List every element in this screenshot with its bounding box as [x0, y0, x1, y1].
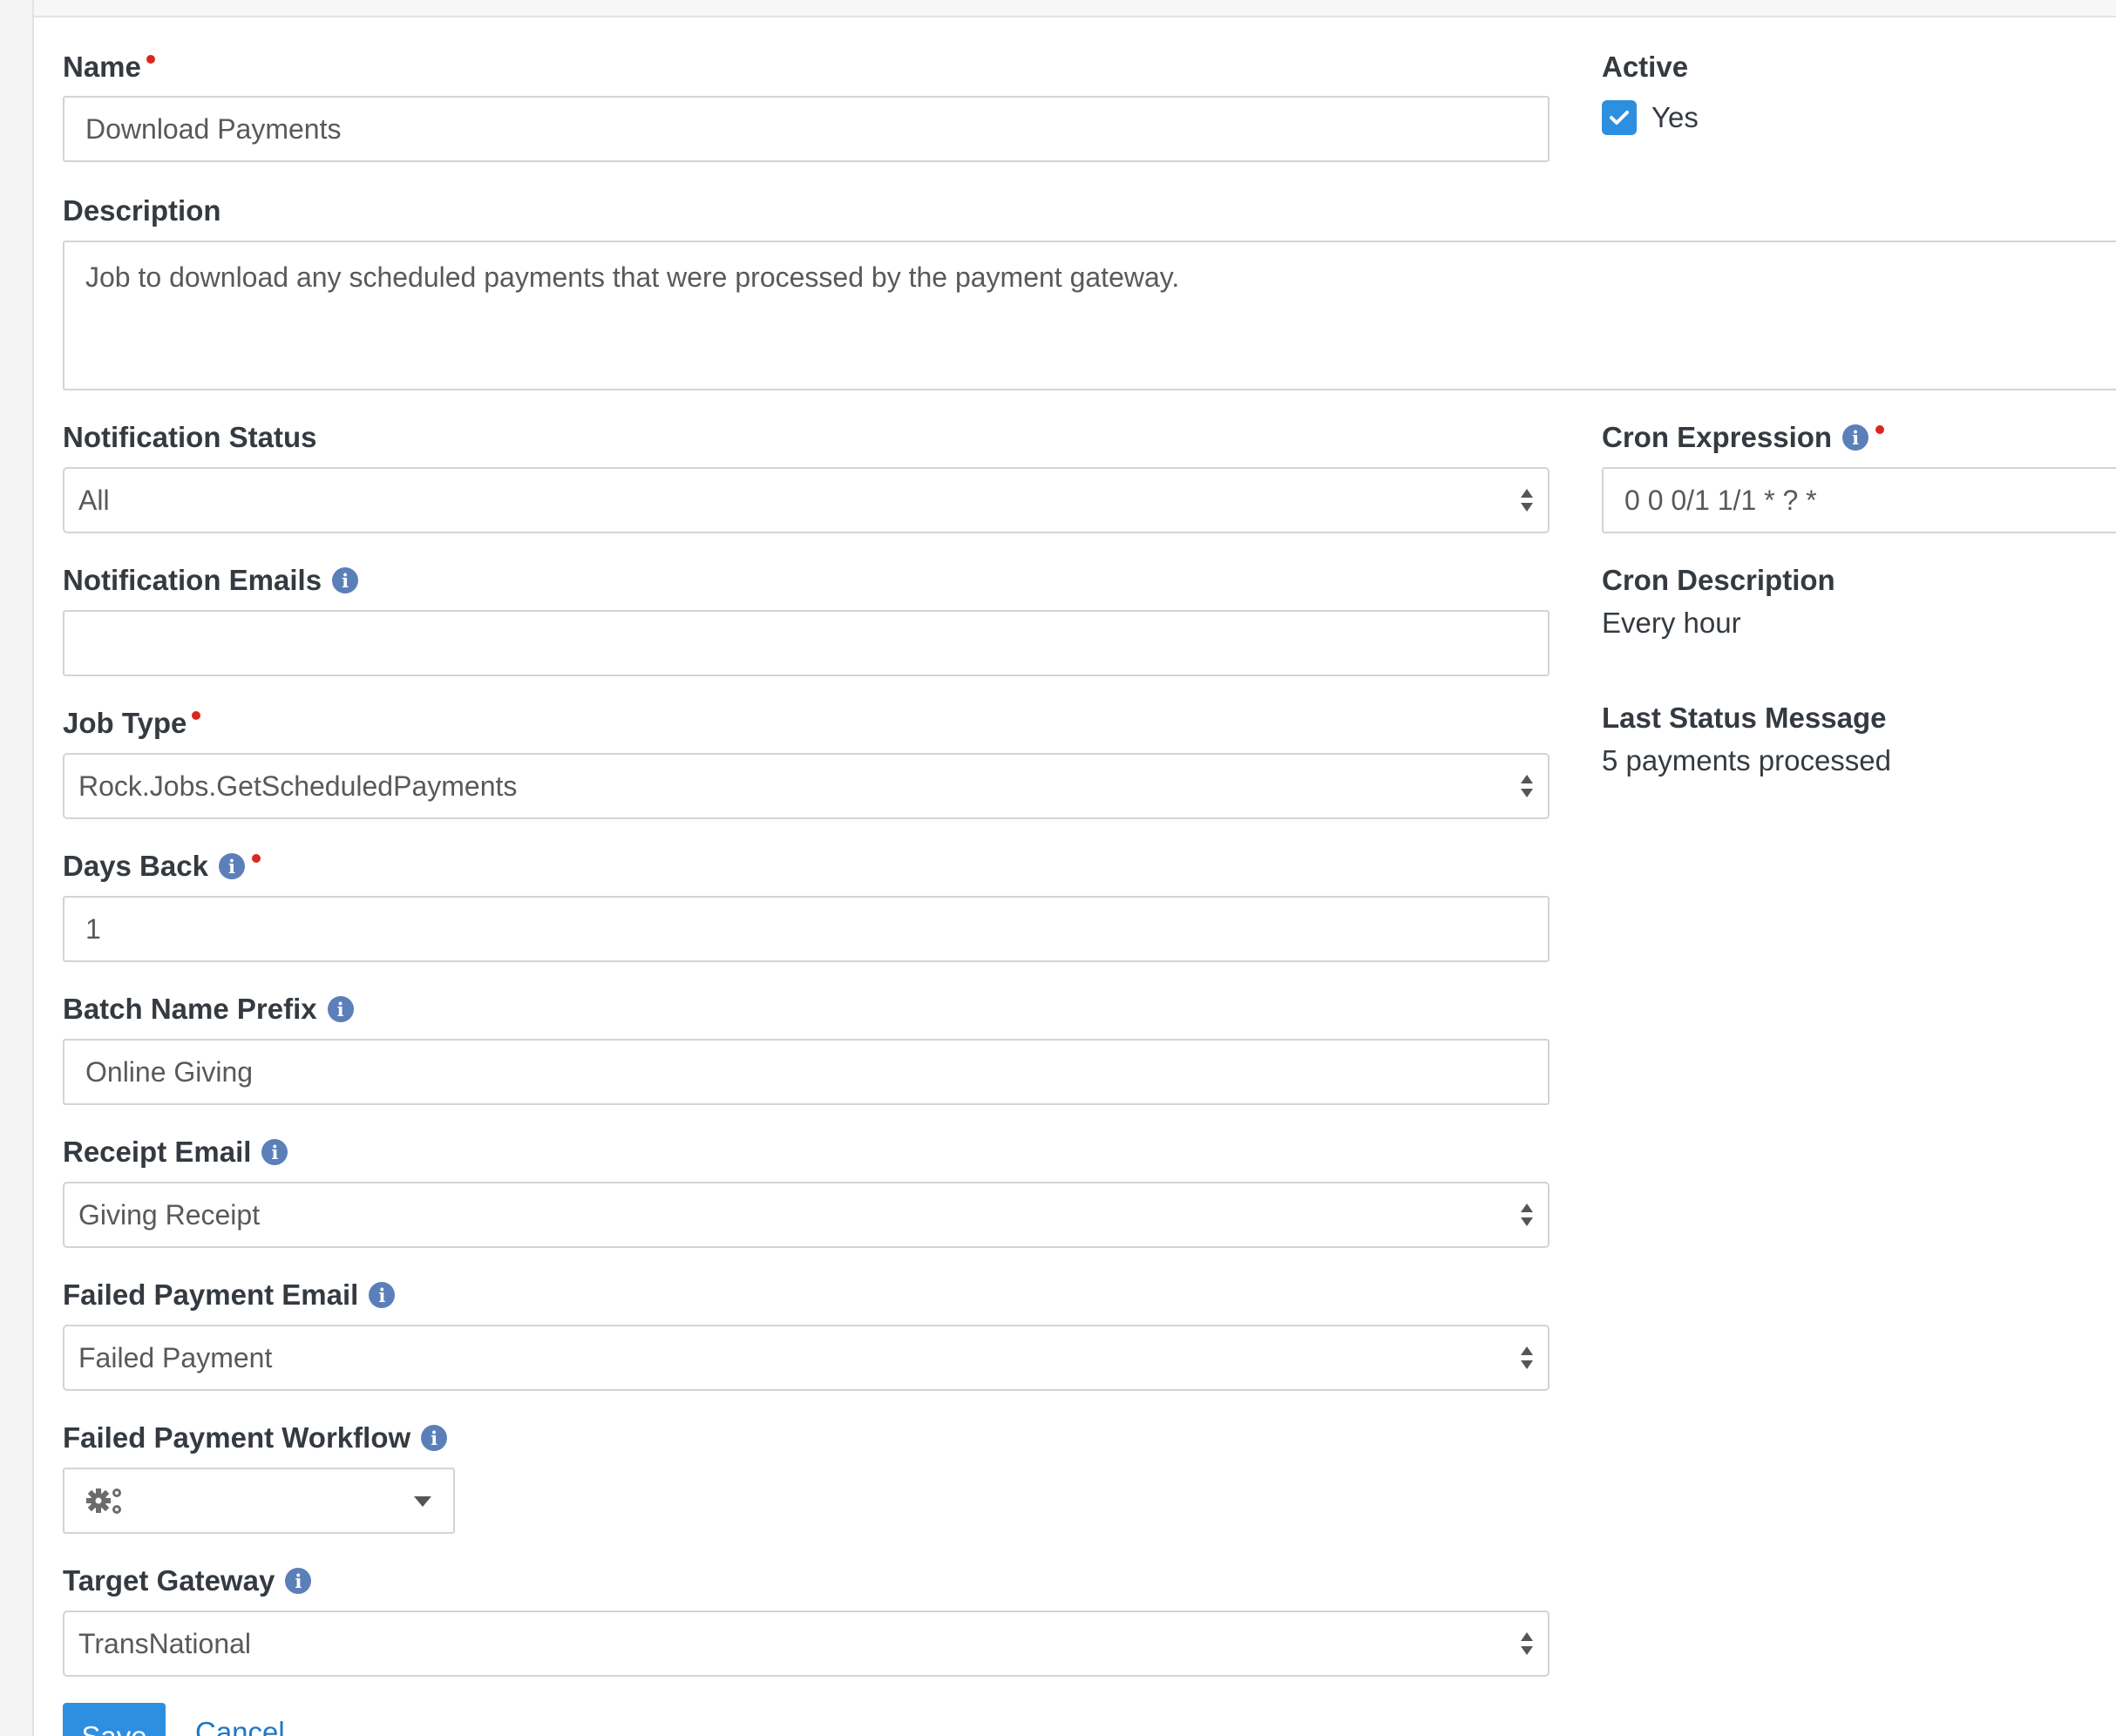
failed-payment-email-label: Failed Payment Email i: [63, 1274, 397, 1316]
batch-name-prefix-value: Online Giving: [85, 1055, 254, 1088]
name-label: Name: [63, 46, 155, 88]
failed-payment-workflow-label-text: Failed Payment Workflow: [63, 1421, 411, 1454]
select-arrows-icon: [1520, 487, 1534, 513]
notification-emails-input[interactable]: [63, 610, 1550, 676]
caret-down-icon: [414, 1496, 431, 1507]
notification-emails-label: Notification Emails i: [63, 559, 360, 601]
checkmark-icon: [1610, 111, 1629, 125]
failed-payment-email-select[interactable]: Failed Payment: [63, 1325, 1550, 1391]
gears-icon: [86, 1488, 121, 1514]
days-back-value: 1: [85, 912, 101, 945]
required-indicator: [192, 711, 201, 720]
job-type-label-text: Job Type: [63, 707, 187, 739]
info-icon[interactable]: i: [332, 567, 359, 593]
name-input[interactable]: Download Payments: [63, 96, 1550, 162]
cron-description-label-text: Cron Description: [1602, 564, 1835, 596]
info-icon[interactable]: i: [421, 1425, 448, 1451]
active-label-text: Active: [1602, 51, 1689, 83]
receipt-email-value: Giving Receipt: [78, 1198, 261, 1231]
batch-name-prefix-input[interactable]: Online Giving: [63, 1039, 1550, 1105]
target-gateway-select[interactable]: TransNational: [63, 1611, 1550, 1677]
job-detail-page: Name Download Payments Active Yes Descri…: [0, 0, 2116, 1736]
target-gateway-value: TransNational: [78, 1627, 252, 1659]
save-button-label: Save: [81, 1720, 146, 1736]
days-back-input[interactable]: 1: [63, 896, 1550, 962]
failed-payment-workflow-label: Failed Payment Workflow i: [63, 1417, 449, 1459]
left-gutter: [0, 0, 34, 1736]
job-type-label: Job Type: [63, 702, 201, 744]
name-label-text: Name: [63, 51, 141, 83]
description-value: Job to download any scheduled payments t…: [85, 261, 1180, 293]
description-textarea[interactable]: Job to download any scheduled payments t…: [63, 241, 2116, 390]
active-checkbox[interactable]: [1602, 100, 1637, 135]
required-indicator: [251, 854, 261, 863]
failed-payment-email-label-text: Failed Payment Email: [63, 1278, 359, 1311]
select-arrows-icon: [1520, 1202, 1534, 1228]
save-button[interactable]: Save: [63, 1703, 166, 1736]
notification-status-label-text: Notification Status: [63, 421, 317, 453]
failed-payment-email-value: Failed Payment: [78, 1341, 273, 1373]
active-checkbox-group: Yes: [1602, 100, 1699, 135]
cron-expression-input[interactable]: 0 0 0/1 1/1 * ? *: [1602, 467, 2116, 533]
notification-emails-label-text: Notification Emails: [63, 564, 322, 596]
info-icon[interactable]: i: [1842, 424, 1869, 451]
select-arrows-icon: [1520, 1345, 1534, 1371]
cron-description-value: Every hour: [1602, 607, 1741, 639]
panel-header-strip: [34, 0, 2116, 17]
batch-name-prefix-label-text: Batch Name Prefix: [63, 993, 317, 1025]
notification-status-value: All: [78, 484, 110, 516]
target-gateway-label-text: Target Gateway: [63, 1564, 275, 1597]
info-icon[interactable]: i: [369, 1282, 396, 1308]
info-icon[interactable]: i: [218, 853, 245, 879]
cron-description-label: Cron Description: [1602, 559, 1835, 601]
failed-payment-workflow-picker[interactable]: [63, 1468, 455, 1534]
cancel-link[interactable]: Cancel: [195, 1715, 285, 1736]
batch-name-prefix-label: Batch Name Prefix i: [63, 988, 356, 1030]
select-arrows-icon: [1520, 1631, 1534, 1657]
last-status-message-value: 5 payments processed: [1602, 744, 1892, 776]
select-arrows-icon: [1520, 773, 1534, 799]
info-icon[interactable]: i: [327, 996, 354, 1022]
receipt-email-select[interactable]: Giving Receipt: [63, 1182, 1550, 1248]
receipt-email-label-text: Receipt Email: [63, 1136, 252, 1168]
description-label-text: Description: [63, 194, 221, 227]
days-back-label-text: Days Back: [63, 850, 208, 882]
job-type-value: Rock.Jobs.GetScheduledPayments: [78, 770, 518, 802]
days-back-label: Days Back i: [63, 845, 261, 887]
required-indicator: [146, 55, 155, 64]
job-type-select[interactable]: Rock.Jobs.GetScheduledPayments: [63, 753, 1550, 819]
last-status-message-label-text: Last Status Message: [1602, 702, 1887, 734]
info-icon[interactable]: i: [285, 1568, 312, 1594]
active-checkbox-label[interactable]: Yes: [1651, 101, 1699, 134]
name-value: Download Payments: [85, 112, 342, 145]
cron-expression-value: 0 0 0/1 1/1 * ? *: [1624, 484, 1817, 516]
notification-status-label: Notification Status: [63, 417, 317, 458]
receipt-email-label: Receipt Email i: [63, 1131, 289, 1173]
cron-expression-label-text: Cron Expression: [1602, 421, 1833, 453]
notification-status-select[interactable]: All: [63, 467, 1550, 533]
required-indicator: [1875, 425, 1885, 434]
last-status-message-label: Last Status Message: [1602, 697, 1886, 739]
info-icon[interactable]: i: [261, 1139, 288, 1165]
description-label: Description: [63, 190, 221, 232]
target-gateway-label: Target Gateway i: [63, 1560, 313, 1602]
active-label: Active: [1602, 46, 1688, 88]
cancel-link-label: Cancel: [195, 1716, 285, 1736]
cron-expression-label: Cron Expression i: [1602, 417, 1885, 458]
